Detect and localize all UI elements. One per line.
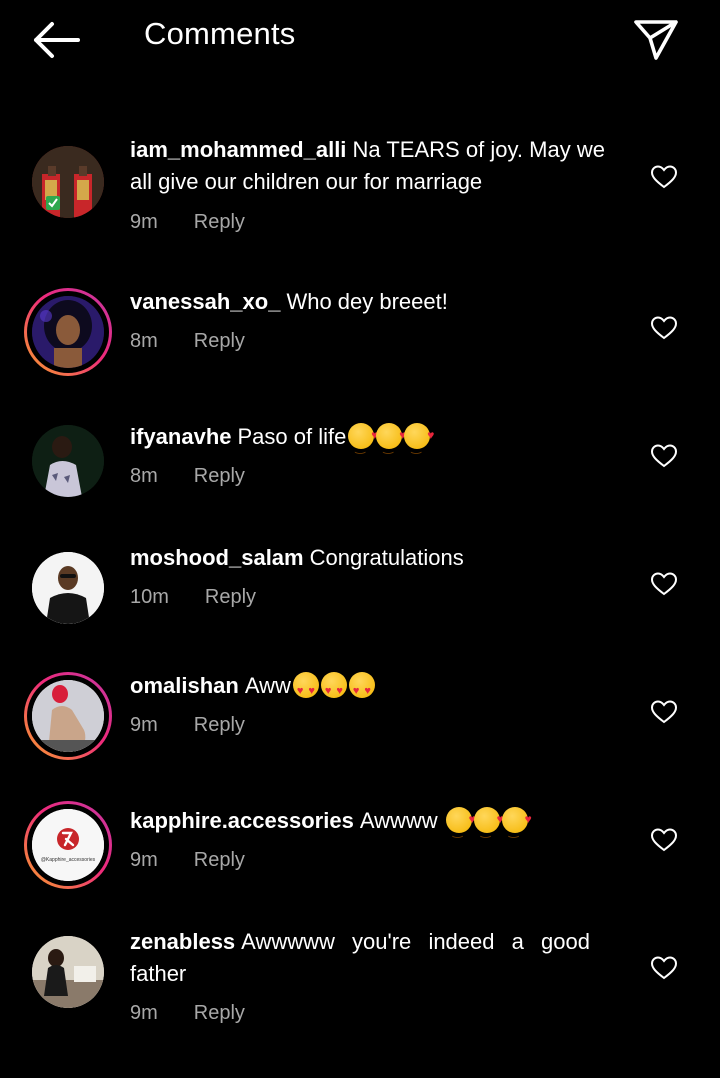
smiling-face-with-hearts-icon [376, 419, 406, 463]
comment-username[interactable]: moshood_salam [130, 545, 304, 570]
like-heart-icon[interactable] [650, 571, 678, 597]
comment-item: ifyanavhePaso of life 8m Reply [0, 417, 720, 517]
header: Comments [0, 0, 720, 80]
avatar[interactable] [24, 288, 112, 376]
avatar[interactable] [24, 672, 112, 760]
comment-meta: 8m Reply [130, 465, 245, 488]
smiling-face-with-hearts-icon [404, 419, 434, 463]
like-heart-icon[interactable] [650, 699, 678, 725]
comment-item: @Kapphire_accessories kapphire.accessori… [0, 801, 720, 901]
avatar[interactable] [24, 928, 112, 1016]
comment-username[interactable]: kapphire.accessories [130, 808, 354, 833]
comment-body: Who dey breeet! [286, 289, 448, 314]
comment-text: moshood_salam Congratulations [130, 542, 605, 574]
like-heart-icon[interactable] [650, 955, 678, 981]
comment-text: kapphire.accessories Awwww [130, 803, 605, 847]
kapphire-logo: @Kapphire_accessories [32, 809, 104, 881]
comment-item: moshood_salam Congratulations 10m Reply [0, 538, 720, 638]
comment-item: vanessah_xo_ Who dey breeet! 8m Reply [0, 282, 720, 392]
heart-eyes-icon [348, 672, 375, 707]
comment-time: 10m [130, 586, 169, 608]
comment-username[interactable]: ifyanavhe [130, 424, 232, 449]
reply-button[interactable]: Reply [194, 465, 245, 487]
comment-meta: 9m Reply [130, 714, 245, 737]
comment-time: 9m [130, 211, 158, 233]
avatar[interactable] [24, 544, 112, 632]
smiling-face-with-hearts-icon [445, 803, 476, 847]
comment-item: zenabless Awwwww you're indeed a good fat… [0, 922, 720, 1052]
like-heart-icon[interactable] [650, 443, 678, 469]
comment-time: 9m [130, 849, 158, 871]
send-icon[interactable] [630, 16, 682, 64]
comment-meta: 9m Reply [130, 849, 245, 872]
comment-meta: 9m Reply [130, 1002, 245, 1025]
comment-body: Paso of life [237, 424, 347, 449]
like-heart-icon[interactable] [650, 827, 678, 853]
reply-button[interactable]: Reply [205, 586, 256, 608]
comment-meta: 8m Reply [130, 330, 245, 353]
comment-username[interactable]: omalishan [130, 673, 239, 698]
comment-meta: 10m Reply [130, 586, 256, 609]
reply-button[interactable]: Reply [194, 330, 245, 352]
comment-time: 9m [130, 714, 158, 736]
comment-body: Congratulations [309, 545, 464, 570]
comment-time: 8m [130, 465, 158, 487]
reply-button[interactable]: Reply [194, 1002, 245, 1024]
svg-text:@Kapphire_accessories: @Kapphire_accessories [41, 857, 96, 863]
comment-meta: 9m Reply [130, 211, 245, 234]
comment-item: iam_mohammed_alli Na TEARS of joy. May we… [0, 130, 720, 260]
comment-time: 9m [130, 1002, 158, 1024]
avatar[interactable] [24, 417, 112, 505]
arrow-left-icon[interactable] [30, 18, 82, 62]
smiling-face-with-hearts-icon [501, 803, 532, 847]
comment-time: 8m [130, 330, 158, 352]
comment-username[interactable]: vanessah_xo_ [130, 289, 280, 314]
reply-button[interactable]: Reply [194, 211, 245, 233]
comment-text: ifyanavhe Paso of life [130, 419, 605, 463]
comment-text: omalishan Aww [130, 670, 605, 707]
smiling-face-with-hearts-icon [473, 803, 504, 847]
comment-item: omalishanAww 9m Reply [0, 666, 720, 766]
comment-body: Aww [244, 673, 291, 698]
like-heart-icon[interactable] [650, 315, 678, 341]
page-title: Comments [144, 16, 296, 51]
comment-username[interactable]: iam_mohammed_alli [130, 137, 346, 162]
reply-button[interactable]: Reply [194, 714, 245, 736]
comment-text: vanessah_xo_ Who dey breeet! [130, 286, 605, 318]
reply-button[interactable]: Reply [194, 849, 245, 871]
heart-eyes-icon [320, 672, 347, 707]
heart-eyes-icon [292, 672, 319, 707]
comment-username[interactable]: zenabless [130, 929, 235, 954]
comment-body: Awwww [359, 808, 444, 833]
comment-text: iam_mohammed_alli Na TEARS of joy. May we… [130, 134, 605, 198]
comment-text: zenabless Awwwww you're indeed a good fat… [130, 926, 590, 990]
smiling-face-with-hearts-icon [348, 419, 378, 463]
avatar[interactable]: @Kapphire_accessories [24, 801, 112, 889]
like-heart-icon[interactable] [650, 164, 678, 190]
avatar[interactable] [24, 138, 112, 226]
